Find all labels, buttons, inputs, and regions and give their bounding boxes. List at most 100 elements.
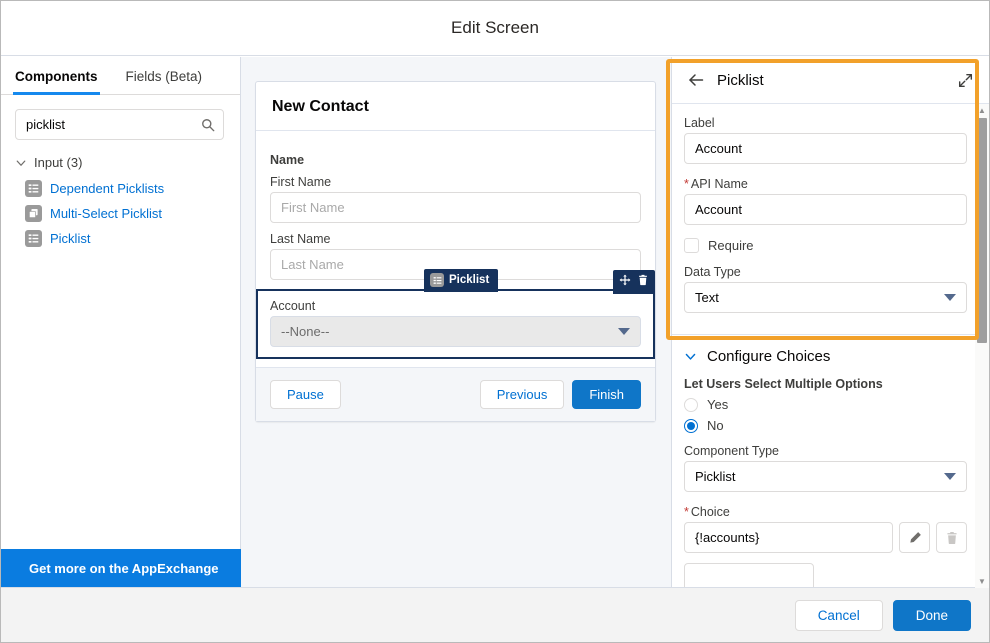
chevron-down-icon [684, 350, 697, 363]
component-item-dependent-picklists[interactable]: Dependent Picklists [1, 176, 240, 201]
screen-heading: New Contact [256, 82, 655, 131]
scroll-down-arrow-icon[interactable]: ▼ [975, 575, 989, 588]
api-name-label-text: API Name [691, 177, 748, 191]
palette-tabs: Components Fields (Beta) [1, 57, 240, 95]
group-label: Input (3) [34, 155, 82, 170]
pencil-icon[interactable] [899, 522, 930, 553]
component-item-picklist[interactable]: Picklist [1, 226, 240, 251]
component-label: Picklist [50, 231, 90, 246]
scroll-up-arrow-icon[interactable]: ▲ [975, 104, 989, 117]
multiselect-picklist-icon [25, 205, 42, 222]
require-checkbox-label: Require [708, 238, 754, 253]
choice-input[interactable]: {!accounts} [684, 522, 893, 553]
picklist-icon [25, 180, 42, 197]
label-field-label: Label [684, 116, 967, 130]
component-type-label: Component Type [684, 444, 967, 458]
delete-icon[interactable] [637, 273, 649, 291]
group-header-input[interactable]: Input (3) [1, 146, 240, 174]
window-titlebar: Edit Screen [1, 1, 989, 56]
chevron-down-icon [15, 157, 27, 169]
data-type-value: Text [695, 290, 719, 305]
tab-fields[interactable]: Fields (Beta) [112, 69, 217, 94]
back-arrow-icon[interactable] [688, 72, 704, 88]
properties-basic-section: Label Account *API Name Account Require … [672, 104, 989, 334]
properties-title: Picklist [717, 72, 945, 89]
data-type-select[interactable]: Text [684, 282, 967, 313]
finish-button[interactable]: Finish [572, 380, 641, 409]
components-palette: Components Fields (Beta) [1, 57, 241, 588]
component-type-value: Picklist [695, 469, 735, 484]
choice-field-label: *Choice [684, 505, 967, 519]
properties-scroll-area: Label Account *API Name Account Require … [672, 104, 989, 588]
cancel-button[interactable]: Cancel [795, 600, 883, 631]
search-input[interactable] [16, 110, 223, 139]
multi-select-label: Let Users Select Multiple Options [684, 377, 967, 391]
chevron-down-icon [618, 328, 630, 335]
page-title: Edit Screen [451, 18, 539, 38]
required-asterisk: * [684, 177, 689, 191]
badge-label: Picklist [449, 274, 489, 286]
chevron-down-icon [944, 473, 956, 480]
choice-label-text: Choice [691, 505, 730, 519]
chevron-down-icon [944, 294, 956, 301]
picklist-icon [430, 273, 444, 287]
field-label: Last Name [270, 232, 641, 246]
screen-body: Name First Name First Name Last Name Las… [256, 131, 655, 367]
configure-choices-body: Let Users Select Multiple Options Yes No… [672, 375, 989, 588]
pause-button[interactable]: Pause [270, 380, 341, 409]
appexchange-button[interactable]: Get more on the AppExchange [1, 549, 241, 588]
radio-yes-label: Yes [707, 397, 728, 412]
screen-preview-card: New Contact Name First Name First Name L… [255, 81, 656, 422]
picklist-field-label: Account [270, 299, 641, 313]
screen-footer: Pause Previous Finish [256, 367, 655, 421]
picklist-icon [25, 230, 42, 247]
picklist-value: --None-- [281, 324, 329, 339]
component-list: Dependent Picklists Multi-Select Picklis… [1, 174, 240, 251]
radio-yes[interactable] [684, 398, 698, 412]
picklist-field-select[interactable]: --None-- [270, 316, 641, 347]
search-box[interactable] [15, 109, 224, 140]
search-icon [201, 118, 215, 132]
palette-search-wrap [1, 95, 240, 146]
properties-panel: Picklist Label Account *API Name [671, 57, 989, 588]
component-label: Multi-Select Picklist [50, 206, 162, 221]
window-bottom-bar: Cancel Done [1, 587, 989, 642]
scrollbar-thumb[interactable] [977, 118, 987, 343]
move-icon[interactable] [619, 273, 631, 291]
footer-right-buttons: Previous Finish [480, 380, 641, 409]
api-name-field-label: *API Name [684, 177, 967, 191]
label-input[interactable]: Account [684, 133, 967, 164]
require-checkbox[interactable] [684, 238, 699, 253]
api-name-input[interactable]: Account [684, 194, 967, 225]
component-label: Dependent Picklists [50, 181, 164, 196]
radio-no-label: No [707, 418, 724, 433]
edit-screen-window: Edit Screen Components Fields (Beta) [0, 0, 990, 643]
first-name-input[interactable]: First Name [270, 192, 641, 223]
trash-icon[interactable] [936, 522, 967, 553]
require-checkbox-row[interactable]: Require [684, 238, 967, 253]
configure-choices-header[interactable]: Configure Choices [672, 335, 989, 375]
radio-row-yes[interactable]: Yes [684, 397, 967, 412]
radio-no[interactable] [684, 419, 698, 433]
radio-row-no[interactable]: No [684, 418, 967, 433]
field-first-name: First Name First Name [270, 175, 641, 223]
done-button[interactable]: Done [893, 600, 971, 631]
main-body: Components Fields (Beta) [1, 57, 989, 588]
properties-scrollbar[interactable]: ▲ ▼ [975, 104, 989, 588]
component-type-badge: Picklist [424, 269, 498, 292]
next-choice-input-partial[interactable] [684, 563, 814, 588]
expand-icon[interactable] [958, 73, 973, 88]
configure-choices-title: Configure Choices [707, 348, 830, 365]
component-item-multi-select-picklist[interactable]: Multi-Select Picklist [1, 201, 240, 226]
previous-button[interactable]: Previous [480, 380, 565, 409]
name-section-label: Name [270, 153, 641, 167]
data-type-label: Data Type [684, 265, 967, 279]
component-type-select[interactable]: Picklist [684, 461, 967, 492]
field-label: First Name [270, 175, 641, 189]
choice-row: {!accounts} [684, 522, 967, 553]
required-asterisk: * [684, 505, 689, 519]
tab-components[interactable]: Components [13, 69, 112, 94]
properties-header: Picklist [672, 57, 989, 104]
component-action-bar [613, 270, 655, 294]
selected-picklist-component[interactable]: Picklist [256, 289, 655, 359]
